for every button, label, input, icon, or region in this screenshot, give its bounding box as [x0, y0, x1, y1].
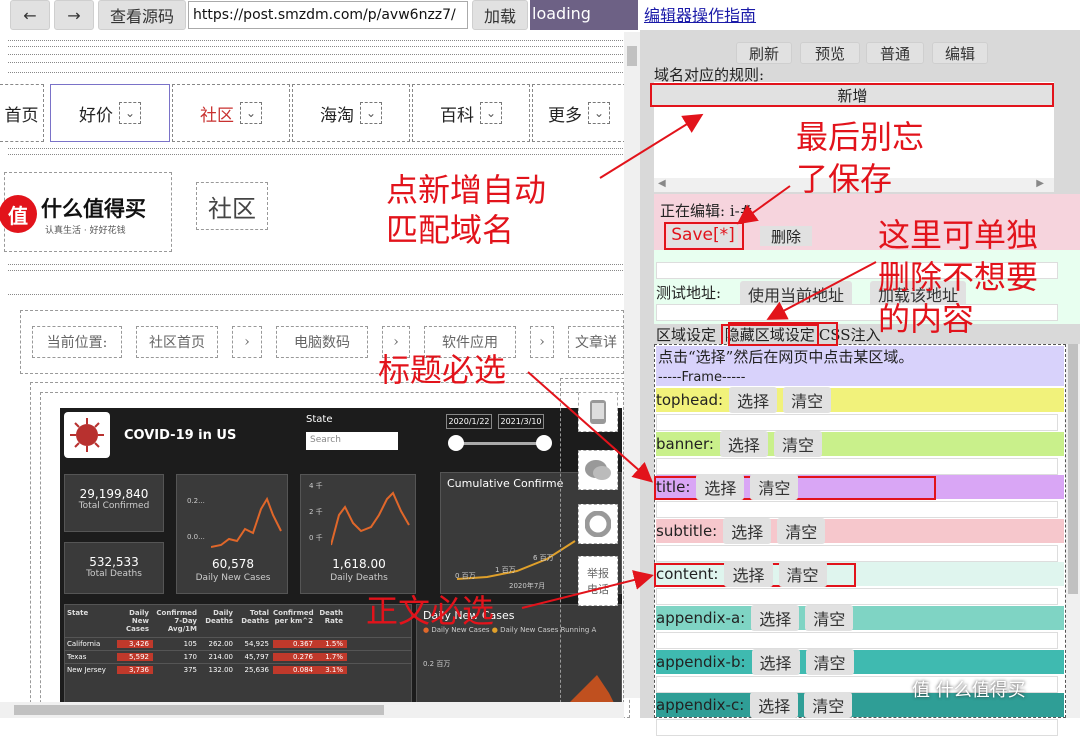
- field-appendix-a-row: appendix-a: 选择 清空: [656, 605, 936, 631]
- field-title-row: title: 选择 清空: [656, 474, 936, 501]
- clear-button[interactable]: 清空: [804, 692, 853, 719]
- field-label: title:: [656, 478, 691, 497]
- select-button[interactable]: 选择: [719, 430, 768, 457]
- field-content-row: content: 选择 清空: [656, 561, 936, 588]
- clear-button[interactable]: 清空: [750, 474, 799, 501]
- select-button[interactable]: 选择: [751, 605, 800, 631]
- field-label: appendix-b:: [656, 652, 746, 671]
- clear-button[interactable]: 清空: [783, 387, 832, 413]
- annotation-delete: 这里可单独 删除不想要 的内容: [878, 216, 1039, 338]
- clear-button[interactable]: 清空: [777, 517, 826, 544]
- select-button[interactable]: 选择: [724, 561, 773, 588]
- field-appendix-b-row: appendix-b: 选择 清空: [656, 648, 936, 675]
- select-button[interactable]: 选择: [696, 474, 745, 501]
- field-tophead-row: tophead: 选择 清空: [656, 387, 1050, 413]
- field-label: content:: [656, 565, 719, 584]
- field-appendix-c-row: appendix-c: 选择 清空: [656, 692, 936, 719]
- field-selector-input[interactable]: [656, 719, 1058, 736]
- field-label: banner:: [656, 434, 714, 453]
- annotation-save: 最后别忘 了保存: [796, 118, 925, 198]
- annotation-title: 标题必选: [378, 351, 507, 389]
- field-label: subtitle:: [656, 521, 718, 540]
- field-banner-row: banner: 选择 清空: [656, 430, 1050, 457]
- clear-button[interactable]: 清空: [778, 561, 827, 588]
- select-button[interactable]: 选择: [723, 517, 772, 544]
- annotation-content: 正文必选: [366, 592, 495, 630]
- clear-button[interactable]: 清空: [805, 648, 854, 675]
- select-button[interactable]: 选择: [751, 648, 800, 675]
- field-subtitle-row: subtitle: 选择 清空: [656, 517, 936, 544]
- clear-button[interactable]: 清空: [773, 430, 822, 457]
- field-label: appendix-c:: [656, 696, 745, 715]
- select-button[interactable]: 选择: [750, 692, 799, 719]
- annotation-add: 点新增自动 匹配域名: [386, 171, 547, 249]
- clear-button[interactable]: 清空: [805, 605, 854, 631]
- field-label: appendix-a:: [656, 609, 746, 627]
- field-label: tophead:: [656, 391, 724, 409]
- select-button[interactable]: 选择: [729, 387, 778, 413]
